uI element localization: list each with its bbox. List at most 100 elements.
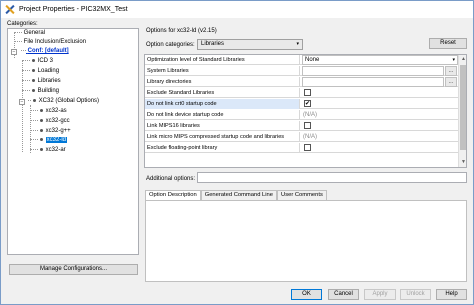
chevron-down-icon: ▾ (452, 57, 455, 63)
cancel-button[interactable]: Cancel (328, 289, 359, 300)
property-name: Do not link crt0 startup code (145, 99, 300, 109)
grid-row-system-libraries: System Libraries ... (145, 66, 458, 76)
scrollbar-thumb[interactable] (460, 65, 466, 150)
system-libraries-field[interactable] (302, 66, 444, 76)
tree-item-file-inclusion[interactable]: File Inclusion/Exclusion (14, 38, 86, 47)
tree-item-xc32-global[interactable]: XC32 (Global Options) (28, 97, 99, 106)
tab-option-description[interactable]: Option Description (145, 190, 201, 200)
option-categories-label: Option categories: (146, 42, 195, 48)
tree-item-general[interactable]: General (14, 29, 45, 38)
tree-line (30, 109, 38, 111)
option-categories-value: Libraries (201, 41, 225, 47)
additional-options-label: Additional options: (146, 176, 196, 182)
tree-item-label: XC32 (Global Options) (38, 98, 100, 104)
system-libraries-browse-button[interactable]: ... (445, 66, 457, 76)
tree-line (30, 129, 38, 131)
tree-item-label: xc32-gcc (45, 118, 70, 124)
categories-label: Categories: (7, 21, 38, 27)
scroll-up-icon[interactable]: ▲ (459, 55, 466, 64)
tree-item-libraries[interactable]: Libraries (22, 77, 61, 86)
optimization-level-value: None (305, 57, 320, 63)
manage-configurations-button[interactable]: Manage Configurations... (9, 264, 138, 275)
options-property-grid: Optimization level of Standard Libraries… (144, 54, 467, 168)
node-bullet-icon (31, 58, 35, 62)
reset-button[interactable]: Reset (429, 38, 467, 49)
node-bullet-icon (39, 118, 43, 122)
collapse-expander-icon[interactable]: − (19, 99, 25, 105)
no-crt0-checkbox[interactable]: ✔ (304, 100, 311, 107)
tab-generated-command-line[interactable]: Generated Command Line (200, 190, 278, 200)
tree-line (30, 119, 38, 121)
tree-item-xc32-ar[interactable]: xc32-ar (30, 146, 66, 155)
tree-line (14, 40, 22, 42)
grid-row-no-device-startup: Do not link device startup code (N/A) (145, 110, 458, 120)
tree-item-label: xc32-ar (45, 147, 66, 153)
tree-line (22, 89, 30, 91)
description-tabs: Option Description Generated Command Lin… (145, 190, 327, 200)
chevron-down-icon: ▾ (296, 41, 299, 47)
additional-options-input[interactable] (197, 172, 467, 183)
tree-item-label: xc32-g++ (45, 128, 71, 134)
property-name: Exclude Standard Libraries (145, 88, 300, 98)
tree-line (28, 99, 31, 101)
tree-line (22, 59, 30, 61)
tree-item-xc32-as[interactable]: xc32-as (30, 107, 67, 116)
node-bullet-icon (39, 108, 43, 112)
tree-item-label: General (23, 30, 46, 36)
exclude-standard-libraries-checkbox[interactable] (304, 89, 311, 96)
property-name: Exclude floating-point library (145, 143, 300, 153)
tree-item-label: xc32-ld (45, 137, 68, 143)
help-button[interactable]: Help (436, 289, 467, 300)
exclude-fp-library-checkbox[interactable] (304, 144, 311, 151)
node-bullet-icon (32, 98, 36, 102)
node-bullet-icon (39, 147, 43, 151)
node-bullet-icon (31, 88, 35, 92)
tab-user-comments[interactable]: User Comments (277, 190, 327, 200)
tree-item-building[interactable]: Building (22, 87, 59, 96)
options-for-label: Options for xc32-ld (v2.15) (146, 28, 217, 34)
option-description-panel (145, 200, 467, 282)
option-categories-select[interactable]: Libraries ▾ (197, 39, 303, 50)
grid-scrollbar[interactable]: ▲ ▼ (458, 55, 466, 167)
node-bullet-icon (31, 68, 35, 72)
node-bullet-icon (39, 128, 43, 132)
collapse-expander-icon[interactable]: − (11, 49, 17, 55)
categories-tree[interactable]: General File Inclusion/Exclusion − Conf:… (7, 28, 139, 255)
grid-row-library-directories: Library directories ... (145, 77, 458, 87)
tree-item-icd3[interactable]: ICD 3 (22, 57, 53, 66)
tree-item-label: xc32-as (45, 108, 67, 114)
tree-item-loading[interactable]: Loading (22, 67, 59, 76)
property-name: System Libraries (145, 66, 300, 76)
scroll-down-icon[interactable]: ▼ (459, 158, 466, 167)
tree-line (30, 148, 38, 150)
title-bar: Project Properties - PIC32MX_Test (1, 1, 473, 18)
tree-line (14, 31, 22, 33)
apply-button[interactable]: Apply (364, 289, 396, 300)
grid-row-exclude-standard-libraries: Exclude Standard Libraries (145, 88, 458, 98)
tree-item-xc32-gcc[interactable]: xc32-gcc (30, 117, 70, 126)
ok-button[interactable]: OK (291, 289, 322, 300)
tree-item-label: Loading (37, 68, 60, 74)
tree-item-xc32-ld[interactable]: xc32-ld (30, 136, 68, 145)
property-name: Library directories (145, 77, 300, 87)
grid-row-exclude-fp-library: Exclude floating-point library (145, 143, 458, 153)
window-title: Project Properties - PIC32MX_Test (19, 6, 128, 13)
tree-item-label: Building (37, 88, 60, 94)
library-directories-browse-button[interactable]: ... (445, 77, 457, 87)
optimization-level-select[interactable]: None ▾ (302, 55, 458, 65)
tree-item-xc32-gpp[interactable]: xc32-g++ (30, 127, 71, 136)
node-bullet-icon (31, 78, 35, 82)
property-name: Optimization level of Standard Libraries (145, 55, 300, 65)
tree-item-label: ICD 3 (37, 58, 54, 64)
tree-line (22, 79, 30, 81)
app-icon (5, 5, 14, 14)
tree-line (21, 49, 26, 51)
unlock-button[interactable]: Unlock (400, 289, 431, 300)
tree-item-conf-default[interactable]: Conf: [default] (21, 47, 69, 56)
tree-line (30, 138, 38, 140)
tree-item-label: Libraries (37, 78, 61, 84)
link-mips16-checkbox[interactable] (304, 122, 311, 129)
library-directories-field[interactable] (302, 77, 444, 87)
tree-item-label: File Inclusion/Exclusion (23, 39, 87, 45)
checkmark-icon: ✔ (305, 101, 311, 107)
